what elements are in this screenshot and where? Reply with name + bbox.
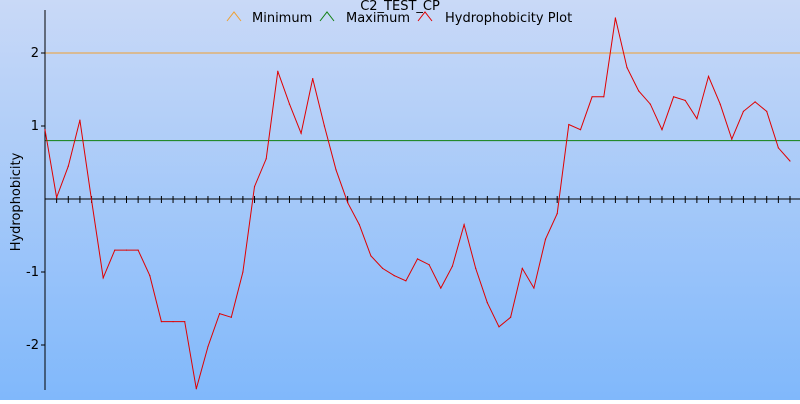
data-point: [44, 129, 46, 131]
legend: Minimum Maximum Hydrophobicity Plot: [226, 11, 572, 26]
data-point: [56, 196, 58, 199]
data-point: [265, 158, 267, 160]
data-point: [230, 316, 232, 318]
y-axis-label: Hydrophobicity: [9, 152, 24, 251]
data-point: [486, 302, 488, 304]
data-point: [603, 96, 605, 98]
chart-container: C2_TEST_CP Minimum Maximum Hydrophobicit…: [0, 0, 800, 400]
legend-label-minimum: Minimum: [252, 11, 312, 26]
data-point: [777, 147, 779, 149]
data-point: [451, 265, 454, 267]
data-point: [707, 75, 710, 77]
data-point: [67, 165, 69, 167]
data-point: [766, 110, 768, 112]
data-point: [288, 103, 291, 105]
data-point: [207, 345, 209, 348]
y-tick-label: -1: [26, 265, 39, 280]
data-point: [79, 119, 81, 121]
data-point: [125, 249, 128, 251]
data-point: [253, 185, 256, 188]
data-point: [277, 70, 279, 72]
data-point: [370, 255, 372, 257]
data-point: [184, 321, 186, 323]
data-point: [160, 321, 163, 323]
data-point: [556, 213, 558, 215]
data-point: [719, 103, 721, 105]
data-point: [521, 267, 523, 269]
data-point: [661, 129, 663, 131]
data-point: [149, 275, 151, 277]
chart-background: [0, 0, 800, 400]
data-point: [754, 101, 756, 103]
data-point: [533, 287, 535, 289]
data-point: [672, 96, 675, 98]
data-point: [568, 123, 570, 126]
data-point: [393, 275, 395, 277]
data-point: [102, 277, 104, 279]
y-tick-label: -2: [26, 338, 39, 353]
data-point: [614, 17, 616, 19]
data-point: [684, 99, 686, 102]
data-point: [579, 129, 582, 131]
data-point: [347, 202, 349, 204]
data-point: [114, 249, 116, 251]
data-point: [242, 271, 244, 273]
data-point: [731, 138, 733, 140]
data-point: [137, 249, 139, 251]
data-point: [638, 90, 640, 92]
hydrophobicity-chart: C2_TEST_CP Minimum Maximum Hydrophobicit…: [0, 0, 800, 400]
data-point: [416, 258, 419, 260]
data-point: [335, 169, 337, 171]
data-point: [696, 118, 698, 120]
data-point: [591, 96, 593, 98]
y-tick-label: 2: [31, 46, 39, 61]
data-point: [498, 326, 500, 328]
data-point: [789, 160, 791, 162]
data-point: [312, 77, 314, 80]
data-point: [742, 110, 745, 112]
data-point: [219, 313, 221, 315]
legend-label-hydrophobicity: Hydrophobicity Plot: [445, 11, 572, 26]
data-point: [381, 267, 384, 269]
data-point: [463, 223, 465, 226]
data-point: [626, 67, 628, 69]
data-point: [428, 264, 430, 266]
data-point: [510, 316, 512, 318]
data-point: [300, 132, 302, 134]
data-point: [172, 321, 174, 323]
data-point: [195, 388, 197, 390]
data-point: [475, 267, 477, 269]
data-point: [405, 280, 407, 282]
legend-label-maximum: Maximum: [346, 11, 410, 26]
data-point: [90, 199, 93, 202]
data-point: [440, 287, 442, 289]
data-point: [323, 125, 325, 127]
y-tick-label: 1: [31, 119, 39, 134]
data-point: [544, 238, 547, 240]
data-point: [649, 103, 651, 105]
data-point: [358, 223, 360, 226]
